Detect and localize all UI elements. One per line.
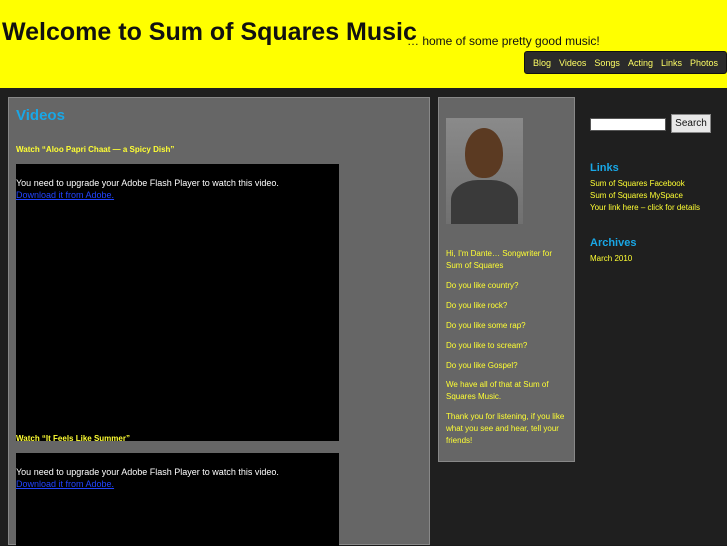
sidebar-link[interactable]: Sum of Squares MySpace [590,191,683,200]
nav-links[interactable]: Links [657,58,686,68]
flash-message: You need to upgrade your Adobe Flash Pla… [16,467,279,477]
about-line: Do you like some rap? [446,321,526,330]
header: Welcome to Sum of Squares Music … home o… [0,0,727,88]
about-line: Thank you for listening, if you like wha… [446,412,565,445]
flash-message: You need to upgrade your Adobe Flash Pla… [16,178,279,188]
about-line: We have all of that at Sum of Squares Mu… [446,380,549,401]
video-player[interactable]: You need to upgrade your Adobe Flash Pla… [16,164,339,441]
nav-songs[interactable]: Songs [590,58,624,68]
about-line: Do you like Gospel? [446,361,518,370]
main-nav: Blog Videos Songs Acting Links Photos [524,51,727,74]
search-input[interactable] [590,118,666,131]
about-panel: Hi, I'm Dante… Songwriter for Sum of Squ… [438,97,575,462]
search-button[interactable]: Search [671,114,711,133]
about-line: Do you like country? [446,281,519,290]
archives-heading: Archives [590,237,637,249]
links-heading: Links [590,162,619,174]
nav-blog[interactable]: Blog [529,58,555,68]
video-player[interactable]: You need to upgrade your Adobe Flash Pla… [16,453,339,546]
video-title[interactable]: Watch “It Feels Like Summer” [16,434,130,443]
page-heading: Videos [16,107,65,124]
about-line: Do you like rock? [446,301,508,310]
video-title[interactable]: Watch “Aloo Papri Chaat — a Spicy Dish” [16,145,174,154]
sidebar-link[interactable]: Your link here – click for details [590,203,700,212]
nav-acting[interactable]: Acting [624,58,657,68]
site-title[interactable]: Welcome to Sum of Squares Music [2,18,417,47]
archive-link[interactable]: March 2010 [590,254,632,263]
artist-photo [446,118,523,224]
main-content: Videos Watch “Aloo Papri Chaat — a Spicy… [8,97,430,546]
site-tagline: … home of some pretty good music! [407,34,600,48]
nav-videos[interactable]: Videos [555,58,590,68]
nav-photos[interactable]: Photos [686,58,722,68]
about-intro: Hi, I'm Dante… Songwriter for Sum of Squ… [446,249,553,270]
sidebar-link[interactable]: Sum of Squares Facebook [590,179,685,188]
download-flash-link[interactable]: Download it from Adobe. [16,479,114,489]
about-line: Do you like to scream? [446,341,528,350]
download-flash-link[interactable]: Download it from Adobe. [16,190,114,200]
